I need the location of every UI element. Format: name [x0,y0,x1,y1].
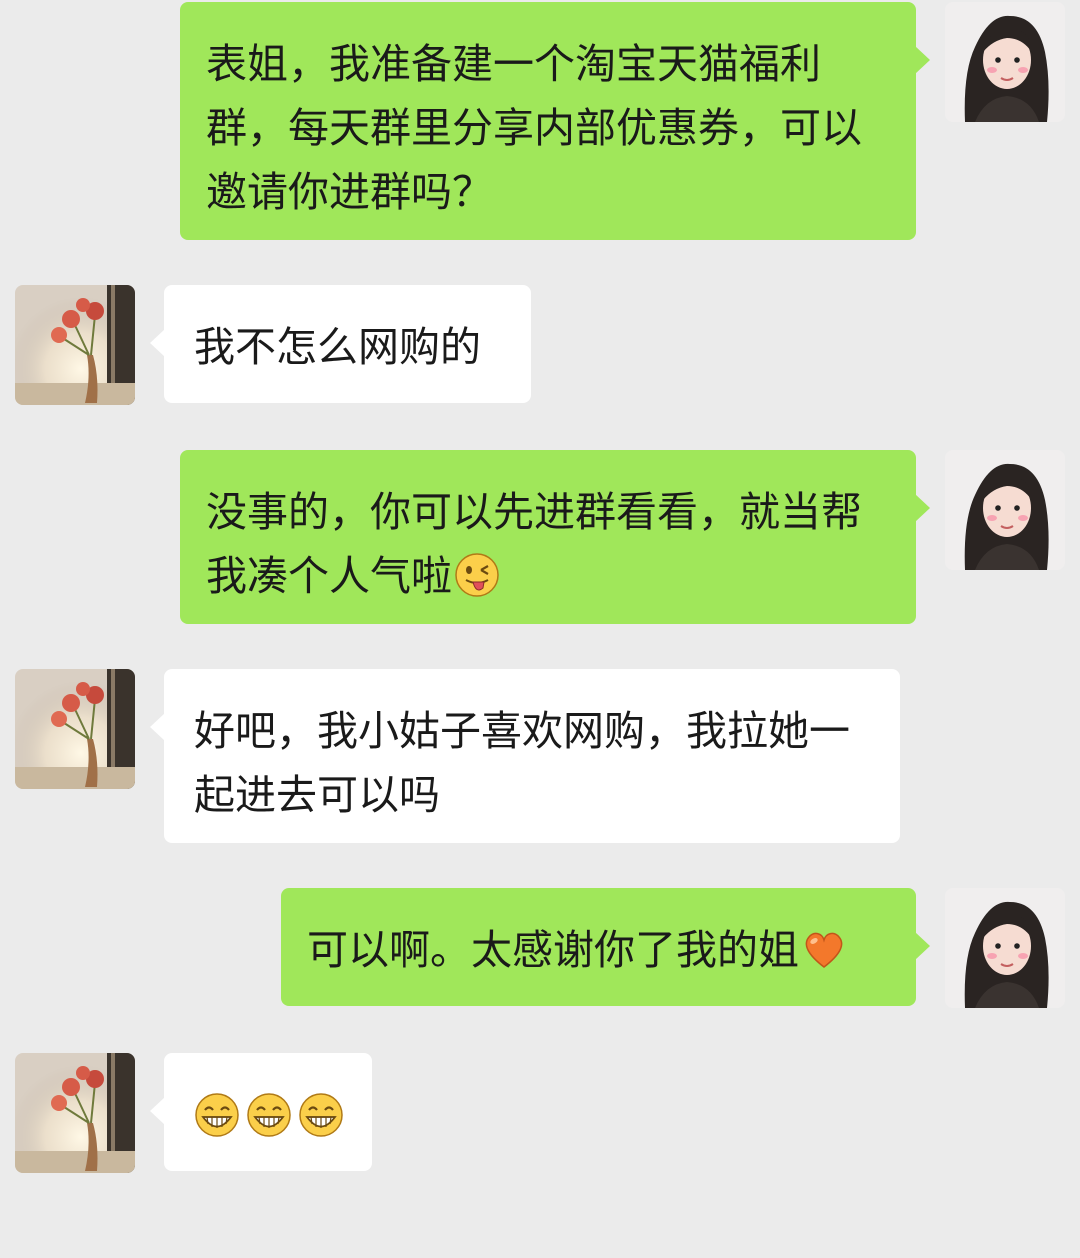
orange-heart-emoji [801,926,847,972]
outgoing-message-bubble[interactable]: 可以啊。太感谢你了我的姐 [281,888,930,1006]
message-text: 表姐，我准备建一个淘宝天猫福利群，每天群里分享内部优惠券，可以邀请你进群吗？ [206,40,862,216]
outgoing-message-bubble[interactable]: 表姐，我准备建一个淘宝天猫福利群，每天群里分享内部优惠券，可以邀请你进群吗？ [180,2,930,240]
my-avatar[interactable] [945,888,1065,1008]
my-avatar[interactable] [945,2,1065,122]
incoming-message-bubble[interactable]: 我不怎么网购的 [150,285,531,403]
contact-avatar[interactable] [15,1053,135,1173]
emoji-row [194,1083,344,1147]
outgoing-message-bubble[interactable]: 没事的，你可以先进群看看，就当帮我凑个人气啦 [180,450,930,624]
grin-emoji [194,1092,240,1138]
incoming-message-bubble[interactable] [150,1053,372,1171]
message-text: 没事的，你可以先进群看看，就当帮我凑个人气啦 [206,488,862,600]
grin-emoji [298,1092,344,1138]
wink-tongue-emoji [454,552,500,598]
contact-avatar[interactable] [15,669,135,789]
message-text: 可以啊。太感谢你了我的姐 [307,926,799,974]
message-text: 好吧，我小姑子喜欢网购，我拉她一起进去可以吗 [194,707,850,819]
message-text: 我不怎么网购的 [194,323,481,371]
contact-avatar[interactable] [15,285,135,405]
grin-emoji [246,1092,292,1138]
incoming-message-bubble[interactable]: 好吧，我小姑子喜欢网购，我拉她一起进去可以吗 [150,669,900,843]
my-avatar[interactable] [945,450,1065,570]
